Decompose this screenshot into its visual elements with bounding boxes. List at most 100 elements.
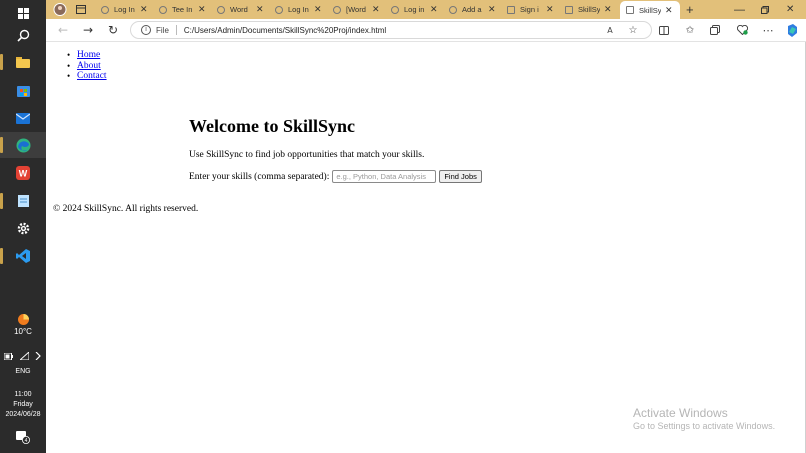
vscode-icon [16,249,30,263]
watermark-title: Activate Windows [633,406,728,420]
arrow-right-icon: → [82,23,94,37]
tab-title: Sign i [520,5,539,14]
profile-avatar-icon [53,3,67,16]
nav-link-about[interactable]: About [77,61,101,71]
wordpress-icon [217,5,225,14]
settings-button[interactable] [0,215,46,241]
network-icon[interactable] [19,352,29,360]
mail-button[interactable] [0,105,46,131]
ellipsis-icon: ⋯ [762,23,774,37]
tab-7[interactable]: Sign i ✕ [501,1,556,18]
tab-title: Tee In [172,5,193,14]
weather-temperature[interactable]: 10°C [0,327,46,336]
favorites-button[interactable]: ✩ [682,22,698,38]
restore-button[interactable] [755,1,775,18]
tab-title: Log In [288,5,309,14]
tab-3[interactable]: Log In ✕ [269,1,324,18]
tab-actions-button[interactable] [73,1,89,18]
scheme-label: File [156,25,169,35]
search-button[interactable] [0,22,46,48]
close-icon[interactable]: ✕ [314,4,322,15]
windows-logo-icon [17,7,29,19]
nav-item-about: About [67,61,107,72]
gear-icon [17,222,29,234]
close-icon[interactable]: ✕ [604,4,612,15]
minimize-button[interactable]: — [729,1,749,18]
close-icon[interactable]: ✕ [488,4,496,15]
site-nav: Home About Contact [67,50,107,82]
nav-item-contact: Contact [67,71,107,82]
browser-essentials-button[interactable] [734,22,750,38]
tab-8[interactable]: SkillSy ✕ [559,1,614,18]
forward-button[interactable]: → [79,22,97,38]
skills-input[interactable] [332,170,437,183]
close-icon[interactable]: ✕ [372,4,380,15]
close-window-button[interactable]: ✕ [780,1,800,18]
notification-center-button[interactable]: 4 [0,428,46,446]
vscode-button[interactable] [0,243,46,269]
mail-icon [16,112,30,124]
wps-office-button[interactable]: W [0,160,46,186]
notepad-button[interactable] [0,188,46,214]
address-bar[interactable]: i File C:/Users/Admin/Documents/SkillSyn… [130,21,652,39]
close-icon[interactable]: ✕ [198,4,206,15]
clock-day: Friday [13,401,33,408]
tab-title: [Word [346,5,366,14]
close-icon[interactable]: ✕ [546,4,554,15]
battery-icon[interactable] [4,352,13,360]
tab-title: Word [230,5,248,14]
split-screen-icon [659,25,669,35]
copilot-button[interactable] [784,22,800,38]
clock[interactable]: 11:00 Friday 2024/06/28 [0,390,46,420]
close-icon[interactable]: ✕ [665,5,673,16]
wordpress-icon [101,5,109,14]
svg-text:W: W [19,169,28,179]
divider [175,25,177,35]
folder-icon [16,57,30,68]
favorite-button[interactable]: ☆ [625,22,641,38]
close-icon[interactable]: ✕ [256,4,264,15]
profile-button[interactable] [50,1,70,18]
input-language[interactable]: ENG [0,368,46,375]
nav-link-contact[interactable]: Contact [77,71,107,81]
chevron-right-icon[interactable] [35,352,42,360]
info-icon[interactable]: i [141,25,151,35]
read-aloud-button[interactable]: A [602,22,618,38]
new-tab-button[interactable]: + [684,1,698,18]
clock-time: 11:00 [14,391,32,398]
microsoft-store-button[interactable] [0,77,46,103]
close-icon[interactable]: ✕ [430,4,438,15]
tab-0[interactable]: Log In ✕ [95,1,150,18]
wordpress-icon [391,5,399,14]
back-button[interactable]: ← [54,22,72,38]
refresh-button[interactable]: ↻ [104,22,122,38]
tab-2[interactable]: Word ✕ [211,1,266,18]
collections-button[interactable] [707,22,723,38]
close-icon[interactable]: ✕ [140,4,148,15]
tab-6[interactable]: Add a ✕ [443,1,498,18]
edge-icon [16,138,30,152]
tab-9-active[interactable]: SkillSy ✕ [620,1,680,19]
split-screen-button[interactable] [656,22,672,38]
activation-watermark: Activate Windows Go to Settings to activ… [633,406,775,431]
search-icon [16,29,29,42]
find-jobs-button[interactable]: Find Jobs [439,170,482,183]
tab-1[interactable]: Tee In ✕ [153,1,208,18]
tab-4[interactable]: [Word ✕ [327,1,382,18]
tab-title: Log in [404,5,425,14]
tab-title: SkillSy [578,5,600,14]
wordpress-icon [159,5,167,14]
weather-widget[interactable] [0,311,46,327]
page-icon [565,5,573,14]
url-text[interactable]: C:/Users/Admin/Documents/SkillSync%20Pro… [184,26,386,35]
tab-5[interactable]: Log in ✕ [385,1,440,18]
more-button[interactable]: ⋯ [760,22,776,38]
footer-text: © 2024 SkillSync. All rights reserved. [53,204,199,214]
nav-link-home[interactable]: Home [77,50,100,60]
file-explorer-button[interactable] [0,49,46,75]
favorites-icon: ✩ [685,24,695,36]
copilot-icon [787,23,797,37]
edge-browser-button[interactable] [0,132,46,158]
restore-icon [761,5,769,14]
collections-icon [710,25,720,35]
